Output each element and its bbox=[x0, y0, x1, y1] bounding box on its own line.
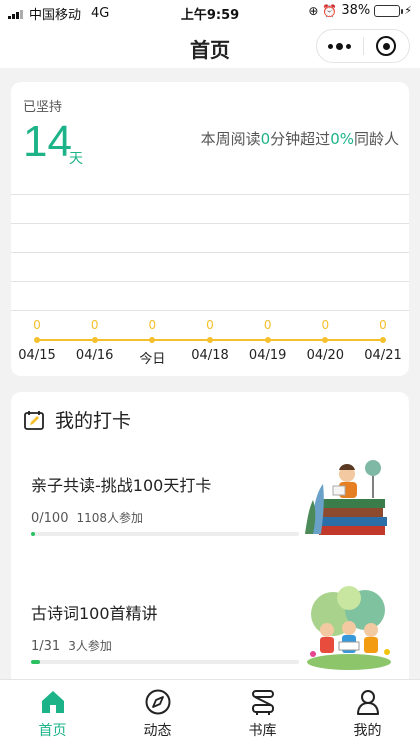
kids-reading-books-illustration bbox=[305, 460, 387, 535]
checkin-item-stats: 1/31 3人参加 bbox=[31, 637, 112, 654]
weekly-percent: 0% bbox=[330, 130, 354, 148]
tab-label: 动态 bbox=[143, 723, 172, 739]
chart-grid-line bbox=[11, 223, 409, 224]
chart-point bbox=[34, 337, 40, 343]
weekly-prefix: 本周阅读 bbox=[200, 130, 261, 148]
nav-bar: 首页 bbox=[0, 24, 420, 68]
checkin-progress-fill bbox=[31, 532, 36, 536]
weekly-minutes: 0 bbox=[260, 130, 271, 148]
chart-date-label: 今日 bbox=[139, 352, 166, 367]
chart-value-label: 0 bbox=[321, 318, 330, 332]
checkin-item-stats: 0/100 1108人参加 bbox=[31, 509, 143, 526]
checkin-progress-bar bbox=[31, 660, 299, 664]
chart-value-label: 0 bbox=[263, 318, 272, 332]
more-dots-icon bbox=[328, 42, 352, 50]
kids-reading-garden-illustration bbox=[307, 586, 391, 670]
tab-label: 我的 bbox=[353, 723, 382, 739]
home-icon bbox=[41, 691, 64, 713]
persist-days-unit: 天 bbox=[69, 151, 83, 167]
status-bar: 中国移动 4G 上午9:59 ⊕ ⏰ 38% ⚡ bbox=[0, 0, 420, 24]
checkin-participants: 3人参加 bbox=[68, 639, 112, 653]
weekly-middle: 分钟超过 bbox=[270, 130, 331, 148]
persist-label: 已坚持 bbox=[23, 100, 63, 115]
checkin-progress-text: 1/31 bbox=[31, 639, 61, 654]
checkin-progress-text: 0/100 bbox=[31, 511, 69, 526]
checkin-item-title: 亲子共读-挑战100天打卡 bbox=[31, 476, 212, 495]
chart-point bbox=[149, 337, 156, 343]
chart-point bbox=[380, 337, 386, 343]
chart-value-label: 0 bbox=[148, 318, 157, 332]
chart-value-label: 0 bbox=[206, 318, 214, 332]
tab-home[interactable]: 首页 bbox=[0, 680, 105, 747]
checkin-header: 我的打卡 bbox=[23, 406, 131, 433]
target-icon bbox=[376, 36, 397, 56]
chart-grid-line bbox=[11, 252, 409, 253]
more-button[interactable] bbox=[317, 30, 363, 62]
reading-stats-card: 已坚持 14 天 本周阅读0分钟超过0%同龄人 0 04/15 0 04/16 0 今日 0… bbox=[11, 82, 409, 376]
chart-value-label: 0 bbox=[379, 318, 387, 332]
mini-program-capsule bbox=[316, 29, 410, 63]
tab-label: 书库 bbox=[248, 723, 277, 739]
checkin-progress-bar bbox=[31, 532, 299, 536]
chart-grid-line bbox=[11, 310, 409, 311]
chart-point bbox=[91, 337, 98, 343]
status-right: ⊕ ⏰ 38% ⚡ bbox=[308, 3, 412, 18]
checkin-participants: 1108人参加 bbox=[76, 511, 144, 525]
alarm-icon: ⏰ bbox=[322, 3, 338, 18]
user-icon bbox=[356, 690, 379, 715]
chart-grid-line bbox=[11, 281, 409, 282]
charging-icon: ⚡ bbox=[404, 4, 412, 17]
checkin-progress-fill bbox=[31, 660, 40, 664]
chart-date-label: 04/21 bbox=[364, 348, 402, 363]
chart-date-label: 04/18 bbox=[191, 348, 229, 363]
chart-date-label: 04/15 bbox=[18, 348, 56, 363]
close-button[interactable] bbox=[364, 30, 410, 62]
compass-icon bbox=[145, 689, 170, 715]
persist-days: 14 bbox=[23, 117, 72, 166]
checkin-title: 我的打卡 bbox=[55, 410, 132, 432]
chart-date-label: 04/19 bbox=[248, 348, 287, 363]
chart-point bbox=[207, 337, 213, 343]
tab-mine[interactable]: 我的 bbox=[315, 680, 420, 747]
weekly-reading-summary: 本周阅读0分钟超过0%同龄人 bbox=[201, 128, 399, 149]
edit-calendar-icon bbox=[24, 410, 44, 430]
battery-icon bbox=[374, 4, 404, 17]
tab-bar: 首页 动态 书库 我的 bbox=[0, 679, 420, 747]
chart-date-label: 04/20 bbox=[306, 348, 345, 363]
tab-label: 首页 bbox=[38, 723, 67, 739]
battery-percent: 38% bbox=[341, 3, 371, 18]
lock-rotation-icon: ⊕ bbox=[308, 3, 319, 18]
chart-grid-line bbox=[11, 194, 409, 195]
checkin-item-title: 古诗词100首精讲 bbox=[31, 604, 158, 623]
my-checkin-card: 我的打卡 亲子共读-挑战100天打卡 0/100 1108人参加 古诗词100首精… bbox=[11, 392, 409, 682]
chart-date-label: 04/16 bbox=[75, 348, 114, 363]
tab-library[interactable]: 书库 bbox=[210, 680, 315, 747]
weekly-suffix: 同龄人 bbox=[353, 130, 399, 148]
bookshelf-icon bbox=[251, 690, 274, 715]
chart-value-label: 0 bbox=[33, 318, 41, 332]
tab-feed[interactable]: 动态 bbox=[105, 680, 210, 747]
chart-point bbox=[322, 337, 329, 343]
chart-value-label: 0 bbox=[90, 318, 99, 332]
chart-point bbox=[264, 337, 271, 343]
